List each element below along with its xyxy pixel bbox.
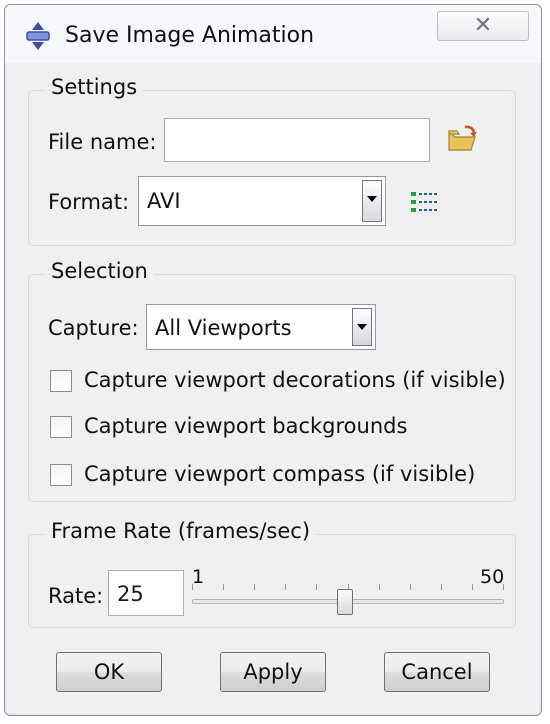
- app-icon: [26, 22, 50, 50]
- apply-button[interactable]: Apply: [220, 652, 326, 692]
- cancel-button[interactable]: Cancel: [384, 652, 490, 692]
- decorations-checkbox[interactable]: [50, 370, 72, 392]
- ok-button[interactable]: OK: [56, 652, 162, 692]
- list-options-icon[interactable]: [410, 190, 440, 216]
- file-name-label: File name:: [48, 130, 157, 154]
- chevron-down-icon[interactable]: [352, 308, 372, 346]
- slider-tick: [471, 584, 473, 590]
- slider-tick: [316, 584, 318, 590]
- folder-open-icon[interactable]: [446, 124, 478, 154]
- settings-group-title: Settings: [45, 75, 144, 99]
- rate-value: 25: [117, 582, 144, 606]
- file-name-input[interactable]: [164, 118, 430, 162]
- rate-input[interactable]: 25: [108, 570, 184, 616]
- compass-checkbox-label[interactable]: Capture viewport compass (if visible): [84, 462, 475, 486]
- format-select[interactable]: AVI: [138, 176, 386, 226]
- format-label: Format:: [48, 190, 130, 214]
- capture-value: All Viewports: [155, 316, 292, 340]
- slider-tick: [223, 584, 225, 590]
- compass-checkbox[interactable]: [50, 464, 72, 486]
- slider-tick: [440, 584, 442, 590]
- close-button[interactable]: ✕: [437, 11, 529, 41]
- capture-label: Capture:: [48, 316, 139, 340]
- chevron-down-icon[interactable]: [362, 180, 382, 222]
- window-title: Save Image Animation: [65, 23, 315, 48]
- backgrounds-checkbox-label[interactable]: Capture viewport backgrounds: [84, 414, 407, 438]
- title-bar[interactable]: Save Image Animation ✕: [5, 5, 541, 63]
- capture-select[interactable]: All Viewports: [146, 304, 376, 350]
- frame-rate-group: Frame Rate (frames/sec): [28, 519, 516, 628]
- format-value: AVI: [147, 189, 181, 213]
- slider-tick: [378, 584, 380, 590]
- decorations-checkbox-label[interactable]: Capture viewport decorations (if visible…: [84, 368, 506, 392]
- frame-rate-group-title: Frame Rate (frames/sec): [45, 519, 317, 543]
- slider-tick: [285, 584, 287, 590]
- slider-tick: [409, 584, 411, 590]
- close-icon: ✕: [473, 13, 493, 38]
- selection-group-title: Selection: [45, 259, 154, 283]
- slider-tick: [503, 584, 504, 590]
- slider-tick: [254, 584, 256, 590]
- rate-slider-thumb[interactable]: [336, 589, 353, 615]
- backgrounds-checkbox[interactable]: [50, 416, 72, 438]
- rate-label: Rate:: [48, 584, 104, 608]
- slider-tick: [192, 584, 193, 590]
